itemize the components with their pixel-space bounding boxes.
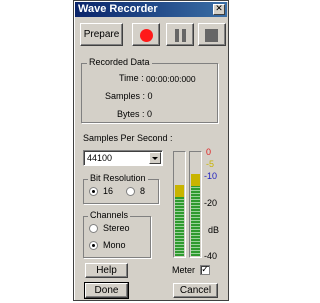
- radio-mono[interactable]: [89, 241, 98, 250]
- recorded-data-label: Recorded Data: [87, 57, 152, 67]
- radio-stereo[interactable]: [89, 224, 98, 233]
- help-button[interactable]: Help: [85, 263, 128, 278]
- samples-per-second-label: Samples Per Second :: [83, 133, 173, 143]
- radio-16-label: 16: [103, 186, 114, 196]
- done-button[interactable]: Done: [84, 282, 129, 299]
- samples-per-second-select[interactable]: 44100: [83, 150, 163, 166]
- meter-db-label: dB: [208, 225, 220, 235]
- radio-mono-label: Mono: [103, 240, 126, 250]
- time-label: Time :: [119, 73, 144, 83]
- selected-sample-rate: 44100: [87, 153, 113, 163]
- window-title: Wave Recorder: [78, 3, 158, 15]
- radio-8-label: 8: [140, 186, 146, 196]
- radio-stereo-label: Stereo: [103, 223, 130, 233]
- channels-label: Channels: [88, 210, 131, 220]
- close-button[interactable]: ✕: [213, 4, 225, 15]
- right-level-meter: [189, 151, 202, 258]
- meter-scale-0: 0: [206, 147, 212, 157]
- bit-resolution-label: Bit Resolution: [88, 173, 148, 183]
- time-value: 00:00:00:000: [146, 74, 196, 84]
- record-icon: [140, 29, 153, 42]
- meter-scale-minus-5: -5: [206, 159, 215, 169]
- record-button[interactable]: [132, 23, 160, 46]
- right-level-fill: [191, 174, 200, 256]
- chevron-down-icon[interactable]: [149, 152, 161, 164]
- meter-label: Meter: [172, 265, 196, 275]
- pause-button[interactable]: [166, 23, 194, 46]
- meter-checkbox[interactable]: ✓: [200, 265, 210, 275]
- cancel-button[interactable]: Cancel: [173, 283, 218, 298]
- wave-recorder-window: Wave Recorder ✕ Prepare Recorded Data Ti…: [73, 0, 229, 301]
- prepare-button[interactable]: Prepare: [80, 23, 123, 46]
- meter-scale-minus-40: -40: [204, 251, 218, 261]
- stop-button[interactable]: [198, 23, 226, 46]
- stop-icon: [205, 29, 218, 42]
- meter-scale-minus-10: -10: [204, 171, 218, 181]
- bytes-readout: Bytes : 0: [117, 109, 153, 119]
- left-level-fill: [175, 184, 184, 256]
- left-level-meter: [173, 151, 186, 258]
- radio-8-bit[interactable]: [126, 187, 135, 196]
- title-bar: Wave Recorder ✕: [75, 2, 227, 17]
- meter-scale-minus-20: -20: [204, 198, 218, 208]
- samples-readout: Samples : 0: [105, 91, 153, 101]
- radio-16-bit[interactable]: [89, 187, 98, 196]
